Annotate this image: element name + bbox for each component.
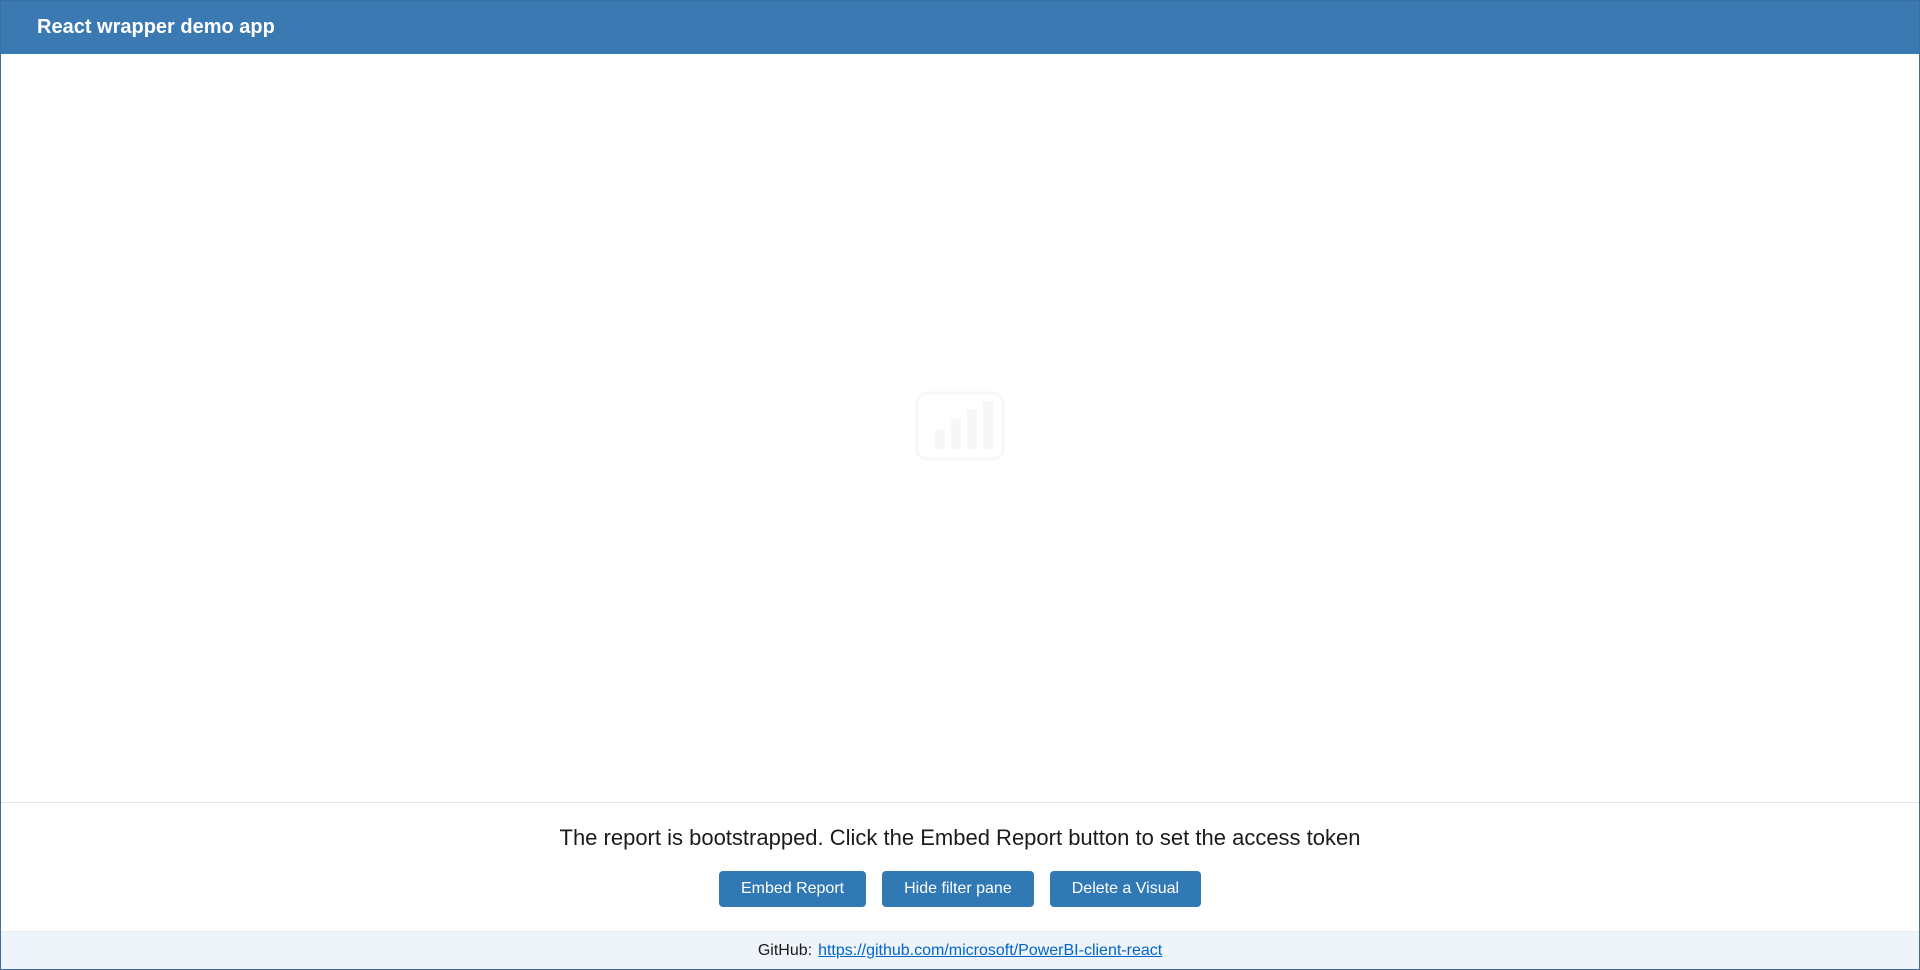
powerbi-logo-icon bbox=[915, 391, 1005, 466]
app-root: React wrapper demo app The report is boo… bbox=[0, 0, 1920, 970]
footer-label: GitHub: bbox=[758, 942, 812, 960]
github-link[interactable]: https://github.com/microsoft/PowerBI-cli… bbox=[818, 942, 1162, 960]
controls-panel: The report is bootstrapped. Click the Em… bbox=[1, 803, 1919, 931]
hide-filter-pane-button[interactable]: Hide filter pane bbox=[882, 871, 1034, 907]
app-header: React wrapper demo app bbox=[1, 1, 1919, 54]
footer: GitHub: https://github.com/microsoft/Pow… bbox=[1, 931, 1919, 969]
button-row: Embed Report Hide filter pane Delete a V… bbox=[1, 871, 1919, 907]
report-embed-area bbox=[1, 54, 1919, 802]
embed-report-button[interactable]: Embed Report bbox=[719, 871, 866, 907]
status-message: The report is bootstrapped. Click the Em… bbox=[1, 825, 1919, 851]
delete-visual-button[interactable]: Delete a Visual bbox=[1050, 871, 1201, 907]
app-title: React wrapper demo app bbox=[37, 16, 275, 39]
